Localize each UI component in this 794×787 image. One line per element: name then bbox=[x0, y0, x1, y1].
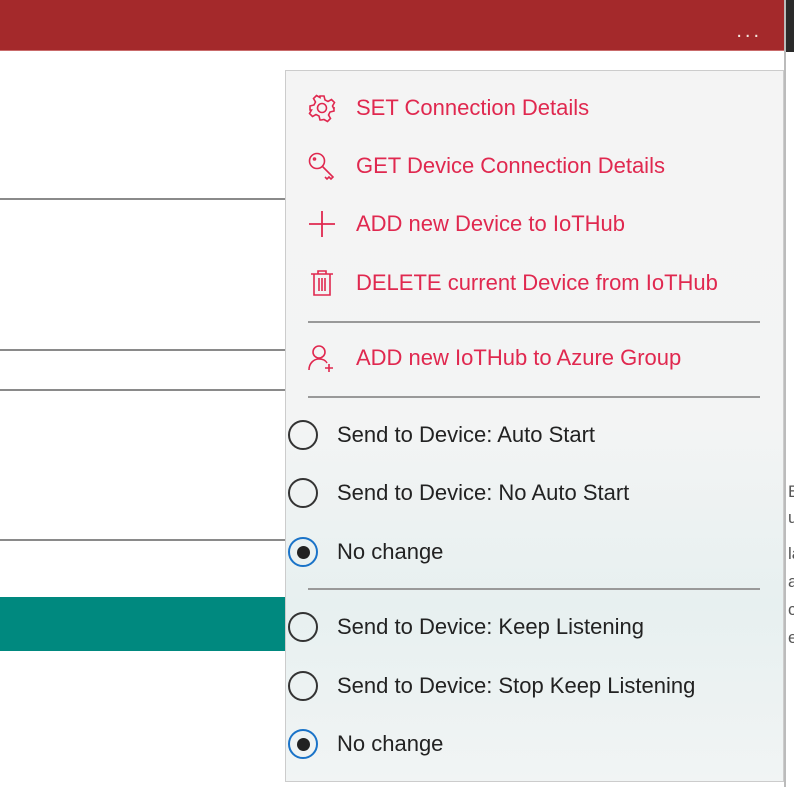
radio-autostart-no-change[interactable]: No change bbox=[286, 528, 783, 576]
background-text: c bbox=[788, 600, 794, 619]
trash-icon bbox=[306, 267, 338, 299]
title-bar: ... bbox=[0, 0, 784, 51]
background-panel: Be u la ar c es bbox=[784, 0, 794, 787]
radio-icon bbox=[287, 419, 319, 451]
menu-item-label: ADD new Device to IoTHub bbox=[356, 211, 625, 236]
radio-selected-icon bbox=[287, 728, 319, 760]
menu-item-add-iothub[interactable]: ADD new IoTHub to Azure Group bbox=[286, 334, 783, 382]
radio-label: No change bbox=[337, 539, 444, 564]
menu-item-set-connection[interactable]: SET Connection Details bbox=[286, 84, 783, 132]
radio-keep-listening[interactable]: Send to Device: Keep Listening bbox=[286, 603, 783, 651]
teal-button[interactable] bbox=[0, 597, 285, 651]
radio-no-auto-start[interactable]: Send to Device: No Auto Start bbox=[286, 469, 783, 517]
radio-icon bbox=[287, 477, 319, 509]
radio-icon bbox=[287, 611, 319, 643]
background-text: ar bbox=[788, 572, 794, 591]
gear-icon bbox=[306, 92, 338, 124]
divider bbox=[0, 389, 285, 391]
divider bbox=[0, 349, 285, 351]
divider bbox=[0, 198, 285, 200]
menu-separator bbox=[308, 396, 760, 398]
radio-listening-no-change[interactable]: No change bbox=[286, 720, 783, 768]
radio-label: No change bbox=[337, 731, 444, 756]
plus-icon bbox=[306, 208, 338, 240]
menu-item-add-device[interactable]: ADD new Device to IoTHub bbox=[286, 200, 783, 248]
background-text: Be bbox=[788, 482, 794, 501]
radio-label: Send to Device: No Auto Start bbox=[337, 480, 630, 505]
radio-label: Send to Device: Stop Keep Listening bbox=[337, 673, 696, 698]
menu-item-label: DELETE current Device from IoTHub bbox=[356, 270, 718, 295]
add-person-icon bbox=[306, 342, 338, 374]
background-text: la bbox=[788, 544, 794, 563]
divider bbox=[0, 539, 285, 541]
radio-label: Send to Device: Keep Listening bbox=[337, 614, 644, 639]
radio-icon bbox=[287, 670, 319, 702]
background-text: es bbox=[788, 628, 794, 647]
menu-item-label: ADD new IoTHub to Azure Group bbox=[356, 345, 682, 370]
more-options-button[interactable]: ... bbox=[736, 21, 762, 41]
radio-selected-icon bbox=[287, 536, 319, 568]
background-text: u bbox=[788, 508, 794, 527]
menu-item-get-device-connection[interactable]: GET Device Connection Details bbox=[286, 142, 783, 190]
key-icon bbox=[306, 150, 338, 182]
menu-item-label: SET Connection Details bbox=[356, 95, 590, 120]
radio-label: Send to Device: Auto Start bbox=[337, 422, 596, 447]
radio-stop-keep-listening[interactable]: Send to Device: Stop Keep Listening bbox=[286, 662, 783, 710]
menu-separator bbox=[308, 588, 760, 590]
menu-separator bbox=[308, 321, 760, 323]
options-menu: SET Connection Details GET Device Connec… bbox=[285, 70, 784, 782]
window-edge bbox=[786, 0, 794, 52]
radio-auto-start[interactable]: Send to Device: Auto Start bbox=[286, 411, 783, 459]
menu-item-label: GET Device Connection Details bbox=[356, 153, 665, 178]
menu-item-delete-device[interactable]: DELETE current Device from IoTHub bbox=[286, 259, 783, 307]
